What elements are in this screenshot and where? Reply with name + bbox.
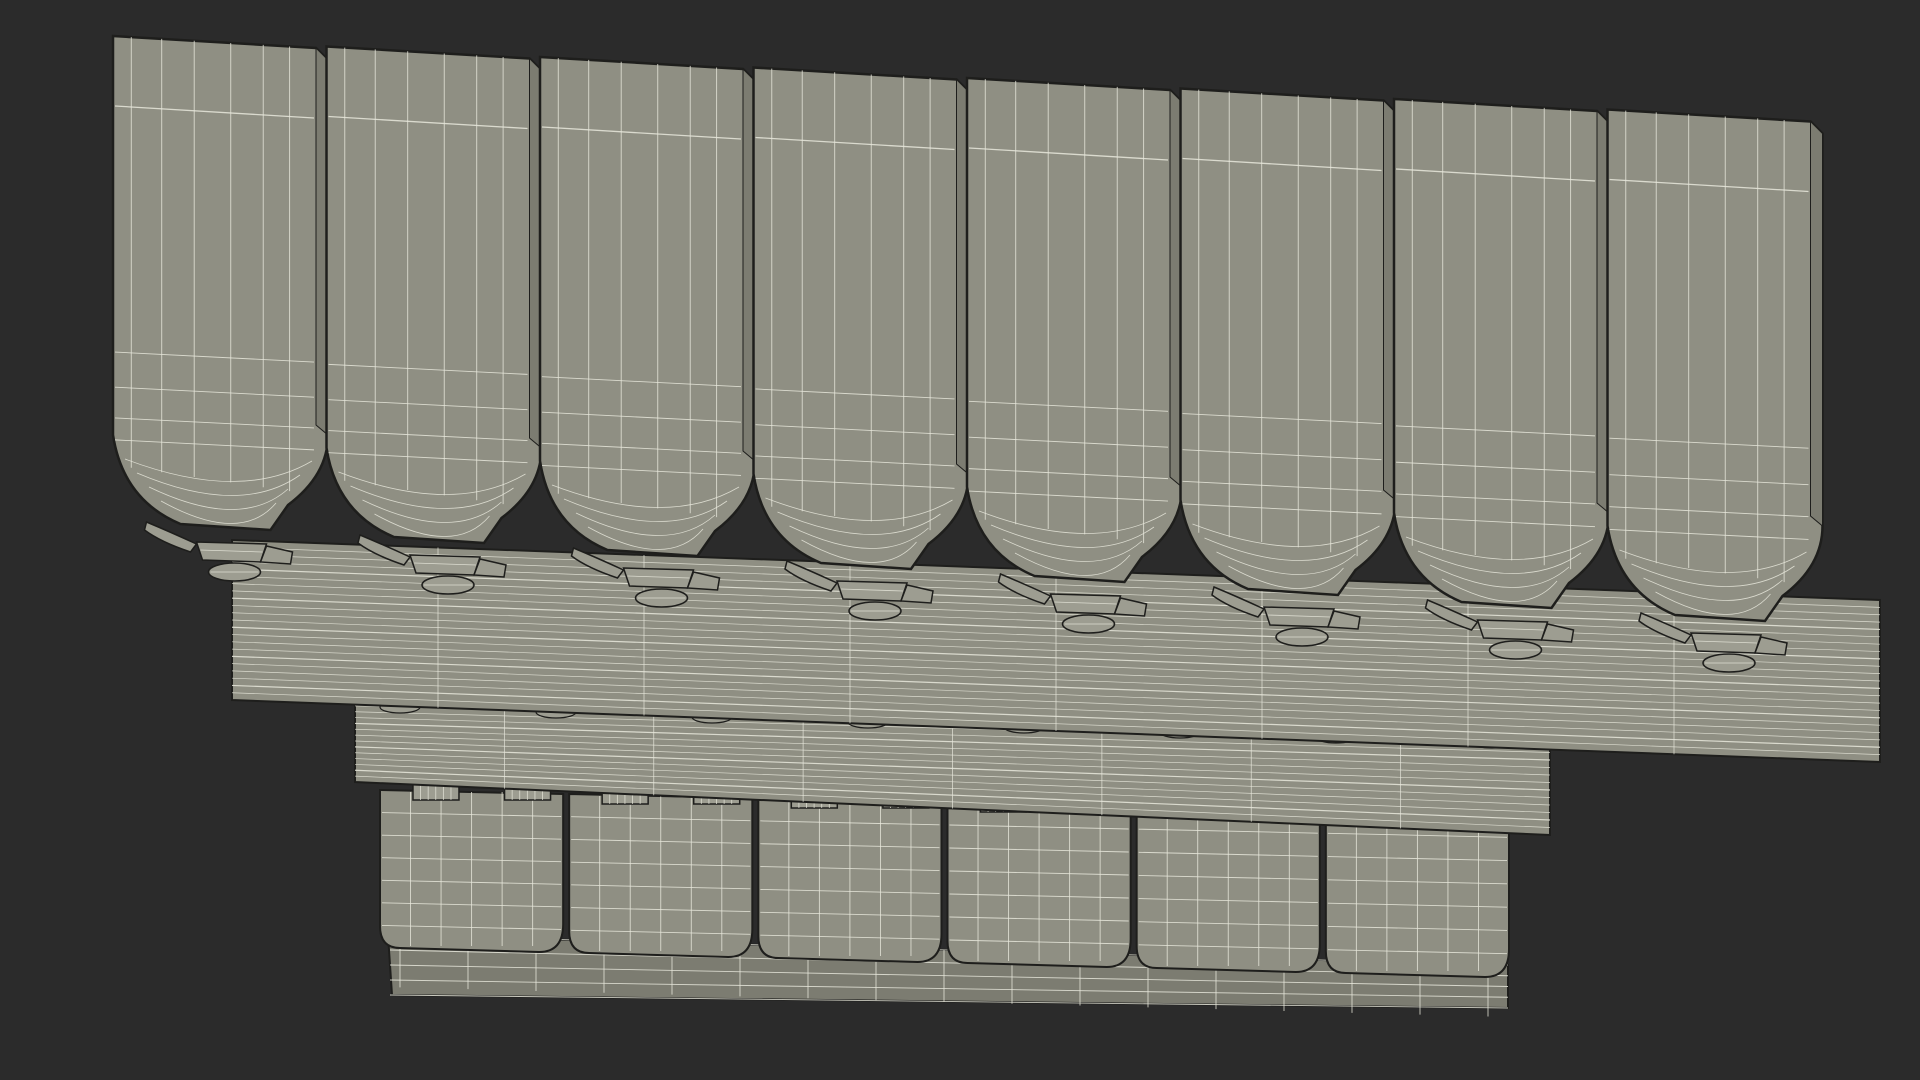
wireframe-render bbox=[0, 0, 1920, 1080]
lower-module bbox=[379, 783, 565, 954]
dispenser bbox=[111, 34, 330, 582]
lower-module bbox=[1135, 799, 1321, 974]
dispenser bbox=[1392, 97, 1611, 660]
lower-module bbox=[946, 795, 1132, 969]
dispenser bbox=[538, 55, 757, 608]
dispenser bbox=[1179, 87, 1397, 647]
dispenser bbox=[752, 66, 970, 621]
lower-module bbox=[757, 791, 943, 964]
dispenser bbox=[325, 45, 543, 595]
dispenser bbox=[965, 76, 1184, 634]
dispenser bbox=[1606, 108, 1824, 673]
lower-module bbox=[568, 787, 754, 959]
